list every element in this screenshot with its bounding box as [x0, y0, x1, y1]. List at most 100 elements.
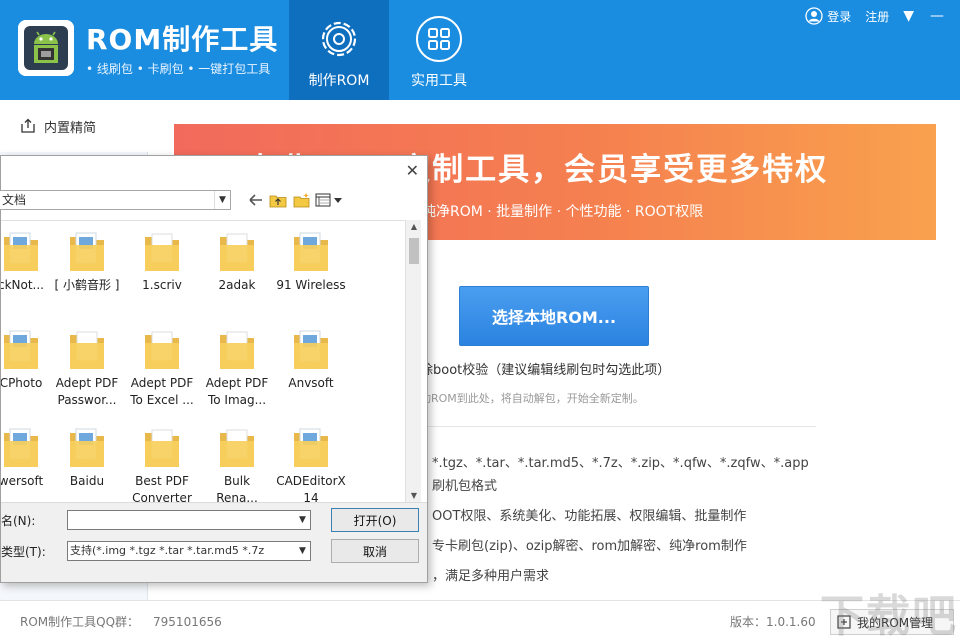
grid-icon — [416, 16, 462, 62]
scroll-up-icon[interactable]: ▲ — [406, 222, 422, 231]
login-link[interactable]: 登录 — [805, 7, 851, 25]
app-title: ROM制作工具 — [86, 23, 279, 56]
file-item[interactable]: Best PDF Converter — [124, 417, 200, 502]
minimize-button[interactable]: — — [930, 8, 944, 24]
tab-make-rom-label: 制作ROM — [308, 73, 370, 89]
cancel-button[interactable]: 取消 — [331, 539, 419, 563]
app-header: ROM制作工具 • 线刷包 • 卡刷包 • 一键打包工具 制作ROM 实用工具 … — [0, 0, 960, 100]
folder-icon — [220, 331, 254, 369]
scroll-down-icon[interactable]: ▼ — [406, 491, 422, 500]
view-menu-icon[interactable] — [315, 192, 343, 208]
chevron-down-icon[interactable]: ▼ — [295, 511, 310, 529]
folder-icon — [145, 429, 179, 467]
file-name: Anvsoft — [288, 376, 334, 390]
dialog-toolbar: 文档 ▼ — [0, 190, 427, 212]
dialog-close-button[interactable]: ✕ — [406, 161, 419, 180]
tab-tools[interactable]: 实用工具 — [389, 0, 489, 100]
info-line: 专卡刷包(zip)、ozip解密、rom加解密、纯净rom制作 — [432, 539, 747, 554]
file-item[interactable]: Adept PDF To Imag... — [199, 319, 275, 415]
folder-icon — [145, 331, 179, 369]
file-name: Bulk Rena... — [216, 474, 258, 502]
select-local-rom-button[interactable]: 选择本地ROM... — [459, 286, 649, 346]
watermark: 下载吧 — [820, 591, 958, 640]
scrollbar-thumb[interactable] — [409, 238, 419, 264]
minimize-icon: — — [930, 8, 944, 24]
file-name: Best PDF Converter — [132, 474, 192, 502]
filename-label: 名(N): — [1, 514, 36, 528]
file-name: Adept PDF Passwor... — [55, 376, 119, 407]
chevron-down-icon: ▼ — [903, 8, 914, 24]
file-name: CADEditorX 14 — [276, 474, 346, 502]
chevron-down-icon: ▼ — [214, 191, 230, 209]
register-link[interactable]: 注册 — [865, 8, 889, 25]
folder-icon — [294, 428, 328, 467]
file-item[interactable]: CADEditorX 14 — [273, 417, 349, 502]
boot-option-label[interactable]: 除boot校验（建议编辑线刷包时勾选此项） — [420, 359, 670, 378]
new-folder-icon[interactable] — [293, 192, 311, 208]
file-name: Adept PDF To Excel ... — [130, 376, 194, 407]
folder-icon — [4, 232, 38, 271]
info-line: OOT权限、系统美化、功能拓展、权限编辑、批量制作 — [432, 509, 747, 524]
file-item[interactable]: Baidu — [49, 417, 125, 502]
open-button[interactable]: 打开(O) — [331, 508, 419, 532]
file-item[interactable]: 1.scriv — [124, 221, 200, 317]
folder-icon — [70, 331, 104, 369]
vertical-scrollbar[interactable]: ▲ ▼ — [405, 220, 421, 502]
folder-icon — [4, 330, 38, 369]
qq-group: ROM制作工具QQ群： 795101656 — [20, 613, 222, 630]
gear-icon — [321, 21, 357, 57]
folder-icon — [220, 233, 254, 271]
folder-icon — [70, 428, 104, 467]
file-name: [ 小鹤音形 ] — [54, 278, 120, 292]
open-file-dialog: ✕ 文档 ▼ ckNot...[ 小鹤音形 ] 1.scriv 2adak 91 Wi… — [0, 155, 428, 583]
file-item[interactable]: 91 Wireless — [273, 221, 349, 317]
tab-tools-label: 实用工具 — [411, 73, 467, 89]
drop-hint: 动ROM到此处，将自动解包，开始全新定制。 — [420, 392, 644, 405]
folder-icon — [294, 232, 328, 271]
file-item[interactable]: Adept PDF To Excel ... — [124, 319, 200, 415]
file-item[interactable]: Anvsoft — [273, 319, 349, 415]
sidebar-item-label: 内置精简 — [44, 120, 97, 136]
back-arrow-icon[interactable] — [247, 192, 265, 208]
login-label: 登录 — [827, 9, 852, 24]
info-line: ，满足多种用户需求 — [432, 569, 550, 584]
menu-dropdown-button[interactable]: ▼ — [903, 8, 914, 24]
file-item[interactable]: Bulk Rena... — [199, 417, 275, 502]
qq-label: ROM制作工具QQ群： — [20, 615, 140, 629]
app-subtitle: • 线刷包 • 卡刷包 • 一键打包工具 — [86, 62, 271, 76]
file-list: ckNot...[ 小鹤音形 ] 1.scriv 2adak 91 Wireless C… — [1, 220, 405, 502]
divider — [428, 426, 816, 427]
user-icon — [805, 7, 823, 25]
filetype-value: 支持(*.img *.tgz *.tar *.tar.md5 *.7z — [70, 544, 265, 557]
folder-icon — [220, 429, 254, 467]
app-logo — [18, 20, 74, 76]
version-label: 版本：1.0.1.60 — [730, 615, 816, 629]
file-name: 1.scriv — [142, 278, 182, 292]
file-name: 2adak — [218, 278, 256, 292]
filename-input[interactable]: ▼ — [67, 510, 311, 530]
file-name: Baidu — [69, 474, 105, 488]
chevron-down-icon[interactable]: ▼ — [295, 542, 310, 560]
file-item[interactable]: 2adak — [199, 221, 275, 317]
up-folder-icon[interactable] — [269, 192, 287, 208]
info-line: 刷机包格式 — [432, 479, 498, 494]
qq-number[interactable]: 795101656 — [153, 615, 222, 629]
dialog-bottom-panel: 名(N): ▼ 打开(O) 类型(T): 支持(*.img *.tgz *.ta… — [1, 502, 427, 582]
look-in-select[interactable]: 文档 ▼ — [0, 190, 231, 210]
folder-icon — [294, 330, 328, 369]
folder-icon — [4, 428, 38, 467]
file-item[interactable]: [ 小鹤音形 ] — [49, 221, 125, 317]
folder-icon — [145, 233, 179, 271]
info-line: *.tgz、*.tar、*.tar.md5、*.7z、*.zip、*.qfw、*… — [432, 456, 809, 471]
look-in-value: 文档 — [2, 193, 27, 207]
filetype-label: 类型(T): — [1, 545, 46, 559]
export-icon — [21, 118, 35, 133]
folder-icon — [70, 232, 104, 271]
filetype-select[interactable]: 支持(*.img *.tgz *.tar *.tar.md5 *.7z ▼ — [67, 541, 311, 561]
footer: ROM制作工具QQ群： 795101656 版本：1.0.1.60 我的ROM管理 — [0, 600, 960, 640]
banner-subtitle: 纯净ROM · 批量制作 · 个性功能 · ROOT权限 — [422, 204, 704, 220]
sidebar-item-builtin-slim[interactable]: 内置精简 — [0, 100, 148, 152]
file-item[interactable]: Adept PDF Passwor... — [49, 319, 125, 415]
file-name: 91 Wireless — [276, 278, 346, 292]
tab-make-rom[interactable]: 制作ROM — [289, 0, 389, 100]
